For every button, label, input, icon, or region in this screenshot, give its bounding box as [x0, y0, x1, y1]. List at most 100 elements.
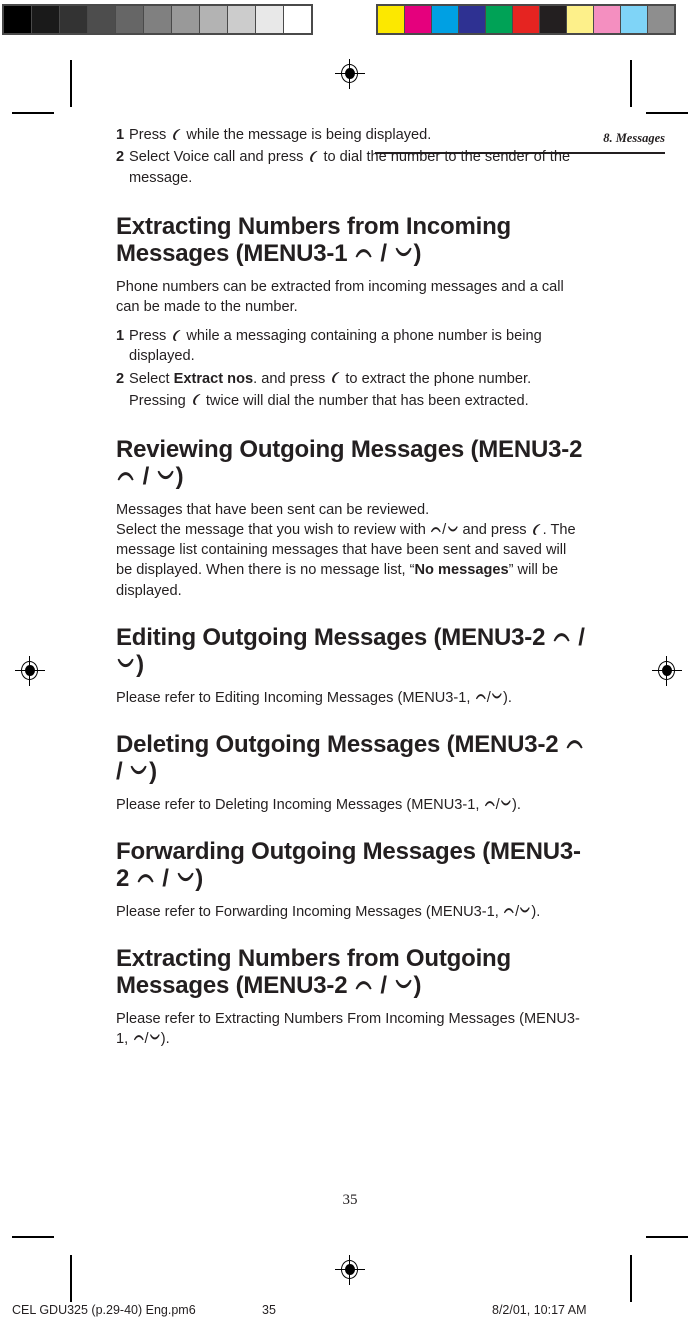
scroll-down-icon: [176, 869, 195, 886]
numbered-step: Pressing twice will dial the number that…: [116, 391, 586, 411]
crop-mark-top-right-vertical: [630, 60, 632, 107]
calibration-swatch: [486, 6, 512, 33]
crop-mark-top-left-horizontal: [12, 112, 54, 114]
calibration-swatch: [284, 6, 311, 33]
section-heading: Editing Outgoing Messages (MENU3-2 / ): [116, 623, 585, 678]
slug-filename: CEL GDU325 (p.29-40) Eng.pm6: [12, 1303, 196, 1317]
scroll-up-icon: [552, 628, 571, 645]
send-key-icon: [531, 523, 542, 536]
calibration-swatch: [621, 6, 647, 33]
send-key-icon: [171, 329, 182, 342]
step-text: Select Extract nos. and press to extract…: [129, 370, 532, 387]
crop-mark-bottom-right-horizontal: [646, 1236, 688, 1238]
calibration-swatch: [116, 6, 143, 33]
voice-call-steps: 1 Press while the message is being displa…: [116, 125, 586, 188]
scroll-down-icon: [500, 798, 512, 809]
emphasis-text: Extract nos: [173, 370, 254, 387]
calibration-swatch: [172, 6, 199, 33]
step-number: 2: [116, 370, 125, 387]
calibration-swatch: [60, 6, 87, 33]
scroll-down-icon: [129, 762, 148, 779]
extracting-numbers-incoming: Extracting Numbers from Incoming Message…: [116, 212, 586, 411]
scroll-up-icon: [475, 691, 487, 702]
calibration-swatch: [256, 6, 283, 33]
send-key-icon: [330, 371, 341, 384]
section-paragraph: Messages that have been sent can be revi…: [116, 501, 576, 599]
section-paragraph: Please refer to Editing Incoming Message…: [116, 689, 512, 706]
calibration-swatch: [32, 6, 59, 33]
crop-mark-bottom-left-vertical: [70, 1255, 72, 1302]
scroll-down-icon: [491, 691, 503, 702]
calibration-swatch: [200, 6, 227, 33]
calibration-swatch: [405, 6, 431, 33]
numbered-step: 1 Press while a messaging containing a ph…: [116, 326, 586, 367]
scroll-up-icon: [116, 467, 135, 484]
section-heading: Reviewing Outgoing Messages (MENU3-2 / ): [116, 436, 583, 490]
crop-mark-bottom-left-horizontal: [12, 1236, 54, 1238]
section-heading: Extracting Numbers from Outgoing Message…: [116, 944, 511, 999]
calibration-swatch: [4, 6, 31, 33]
scroll-up-icon: [565, 735, 584, 752]
scroll-down-icon: [394, 244, 413, 261]
extracting-numbers-outgoing: Extracting Numbers from Outgoing Message…: [116, 944, 586, 1049]
step-number: 2: [116, 149, 125, 166]
page-body: 1 Press while the message is being displa…: [116, 125, 586, 1058]
emphasis-text: No messages: [414, 562, 509, 579]
scroll-down-icon: [447, 524, 459, 535]
scroll-down-icon: [116, 655, 135, 672]
step-number: 1: [116, 328, 125, 344]
registration-mark-right: [652, 656, 682, 686]
scroll-up-icon: [484, 798, 496, 809]
reviewing-outgoing-messages: Reviewing Outgoing Messages (MENU3-2 / )…: [116, 436, 586, 601]
calibration-swatch: [144, 6, 171, 33]
calibration-swatch: [594, 6, 620, 33]
crop-mark-top-left-vertical: [70, 60, 72, 107]
color-calibration-bar: [376, 4, 676, 35]
page-folio: 35: [342, 1192, 358, 1208]
step-number: [116, 391, 129, 411]
scroll-up-icon: [133, 1032, 145, 1043]
calibration-swatch: [540, 6, 566, 33]
calibration-swatch: [513, 6, 539, 33]
scroll-up-icon: [136, 869, 155, 886]
send-key-icon: [191, 393, 202, 406]
numbered-step: 2 Select Voice call and press to dial the…: [116, 147, 586, 188]
registration-mark-left: [15, 656, 45, 686]
registration-mark-bottom: [335, 1255, 365, 1285]
section-paragraph: Phone numbers can be extracted from inco…: [116, 278, 564, 315]
calibration-swatch: [378, 6, 404, 33]
crop-mark-bottom-right-vertical: [630, 1255, 632, 1302]
numbered-step: 2 Select Extract nos. and press to extrac…: [116, 369, 586, 389]
send-key-icon: [308, 150, 319, 163]
section-heading: Extracting Numbers from Incoming Message…: [116, 212, 511, 267]
calibration-swatch: [648, 6, 674, 33]
scroll-down-icon: [156, 467, 175, 484]
scroll-up-icon: [354, 244, 373, 261]
slug-page-number: 35: [262, 1303, 276, 1317]
section-heading: Forwarding Outgoing Messages (MENU3-2 / …: [116, 837, 581, 892]
scroll-down-icon: [519, 905, 531, 916]
crop-mark-top-right-horizontal: [646, 112, 688, 114]
step-text: Press while the message is being display…: [129, 127, 432, 143]
step-text: Press while a messaging containing a pho…: [129, 328, 542, 365]
numbered-step: 1 Press while the message is being displa…: [116, 125, 586, 145]
section-paragraph: Please refer to Extracting Numbers From …: [116, 1010, 580, 1047]
grayscale-calibration-bar: [2, 4, 313, 35]
scroll-up-icon: [354, 976, 373, 993]
deleting-outgoing-messages: Deleting Outgoing Messages (MENU3-2 / ) P…: [116, 731, 586, 815]
registration-mark-top: [335, 59, 365, 89]
section-heading: Deleting Outgoing Messages (MENU3-2 / ): [116, 731, 586, 786]
calibration-swatch: [88, 6, 115, 33]
forwarding-outgoing-messages: Forwarding Outgoing Messages (MENU3-2 / …: [116, 837, 586, 922]
